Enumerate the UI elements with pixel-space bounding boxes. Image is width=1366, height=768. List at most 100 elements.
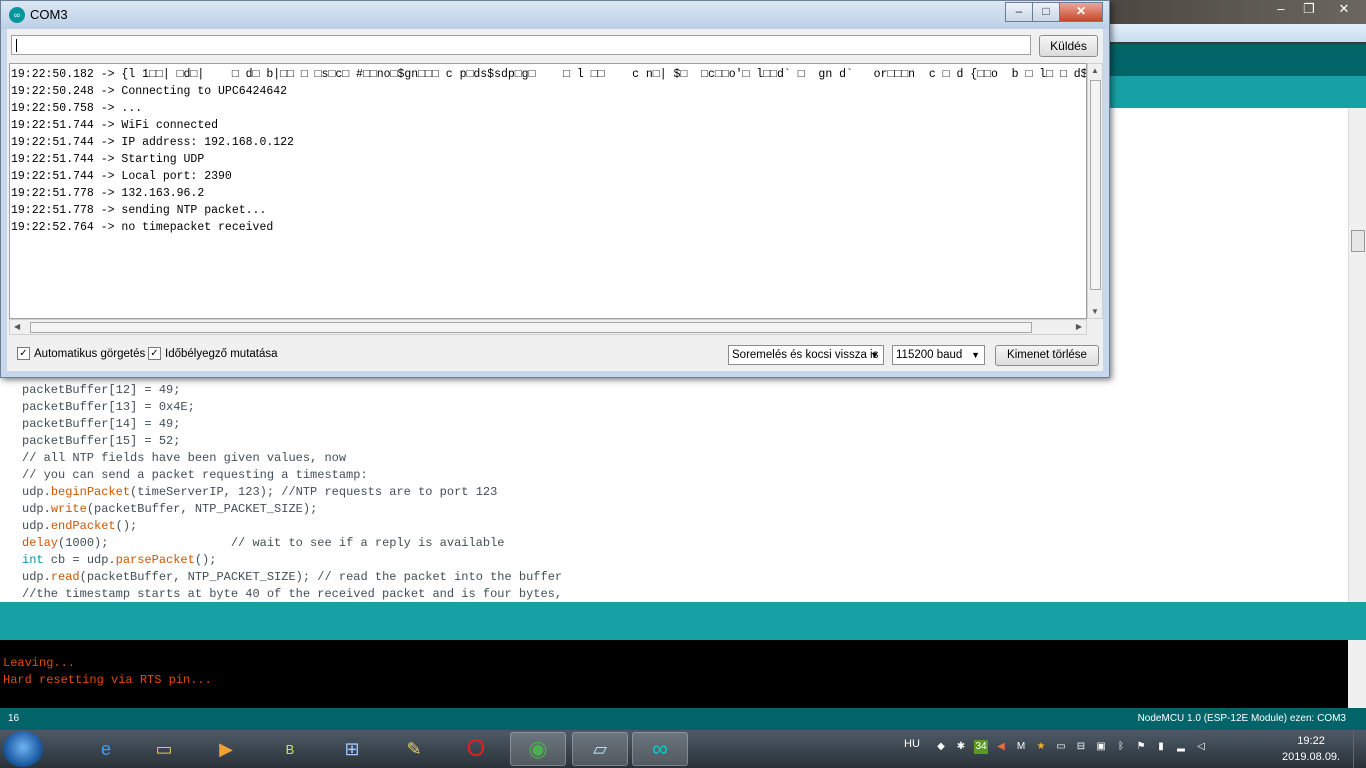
code-line: delay(1000); // wait to see if a reply i… [22, 535, 562, 552]
scroll-right-icon[interactable]: ▶ [1076, 322, 1082, 331]
language-indicator[interactable]: HU [904, 738, 920, 750]
tray-badge[interactable]: 34 [974, 740, 988, 754]
code-line: packetBuffer[12] = 49; [22, 382, 562, 399]
serial-line: 19:22:50.248 -> Connecting to UPC6424642 [11, 85, 288, 98]
code-token: (packetBuffer, NTP_PACKET_SIZE); [86, 502, 318, 516]
autoscroll-checkbox[interactable]: ✓ Automatikus görgetés [17, 347, 145, 360]
minimize-button[interactable]: – [1005, 2, 1033, 22]
code-token: packetBuffer[15] = 52; [22, 434, 181, 448]
message-area [0, 602, 1366, 640]
code-line: int cb = udp.parsePacket(); [22, 552, 562, 569]
serial-monitor-body: Küldés 19:22:50.182 -> {l 1□□| □d□| □ d□… [7, 29, 1103, 371]
bluetooth-icon[interactable]: ᛒ [1114, 740, 1128, 754]
star-icon[interactable]: ★ [1034, 740, 1048, 754]
notepad-icon[interactable]: ✎ [386, 732, 442, 766]
baud-select[interactable]: 115200 baud ▼ [892, 345, 985, 365]
editor-scrollbar[interactable] [1348, 108, 1366, 602]
code-line: // you can send a packet requesting a ti… [22, 467, 562, 484]
send-button[interactable]: Küldés [1039, 35, 1098, 57]
clock-date: 2019.08.09. [1282, 751, 1341, 763]
chrome-icon[interactable]: ◉ [510, 732, 566, 766]
scroll-down-icon[interactable]: ▼ [1091, 307, 1099, 316]
send-input[interactable] [11, 35, 1031, 55]
serial-line: 19:22:50.182 -> {l 1□□| □d□| □ d□ b|□□ □… [11, 68, 1087, 81]
speaker-icon[interactable]: ◀ [994, 740, 1008, 754]
text-caret [16, 39, 17, 52]
output-vertical-scrollbar[interactable]: ▲ ▼ [1087, 63, 1103, 319]
malwarebytes-icon[interactable]: M [1014, 740, 1028, 754]
console-line: Hard resetting via RTS pin... [3, 673, 212, 687]
code-token: // you can send a packet requesting a ti… [22, 468, 368, 482]
show-desktop-button[interactable] [1353, 730, 1366, 768]
system-tray: ◆ ✱ 34 ◀ M ★ ▭ ⊟ ▣ ᛒ ⚑ ▮ ▂ ◁ [934, 740, 1208, 754]
horizontal-scroll-thumb[interactable] [30, 322, 1032, 333]
code-token: (); [115, 519, 138, 533]
line-ending-select[interactable]: Soremelés és kocsi vissza is ▼ [728, 345, 884, 365]
serial-line: 19:22:51.778 -> 132.163.96.2 [11, 187, 205, 200]
volume-mute-icon[interactable]: ◁ [1194, 740, 1208, 754]
scroll-up-icon[interactable]: ▲ [1091, 66, 1099, 75]
code-text: packetBuffer[12] = 49; packetBuffer[13] =… [22, 382, 562, 603]
display-icon[interactable]: ▣ [1094, 740, 1108, 754]
output-horizontal-scrollbar[interactable]: ◀ ▶ [9, 319, 1087, 335]
chevron-down-icon: ▼ [971, 350, 980, 360]
timestamp-checkmark-icon[interactable]: ✓ [148, 347, 161, 360]
console-line: Leaving... [3, 656, 76, 670]
opera-icon[interactable]: O [448, 732, 504, 766]
device-icon[interactable]: ▮ [1154, 740, 1168, 754]
start-button[interactable] [3, 731, 43, 767]
app-window-icon[interactable]: ▱ [572, 732, 628, 766]
ide-close-button[interactable]: ✕ [1324, 0, 1364, 18]
serial-line: 19:22:51.744 -> Local port: 2390 [11, 170, 232, 183]
network-drive-icon[interactable]: ⊟ [1074, 740, 1088, 754]
ide-minimize-button[interactable]: – [1268, 0, 1294, 18]
line-ending-value: Soremelés és kocsi vissza is [732, 349, 879, 361]
maximize-button[interactable]: □ [1032, 2, 1060, 22]
clock-time: 19:22 [1297, 735, 1325, 747]
avr-studio-icon[interactable]: B [262, 732, 318, 766]
network-tool-icon[interactable]: ⊞ [324, 732, 380, 766]
clock[interactable]: 19:22 2019.08.09. [1282, 733, 1340, 765]
code-token: read [50, 570, 80, 584]
code-token: udp. [22, 485, 51, 499]
console-scrollbar[interactable] [1348, 640, 1366, 708]
internet-explorer-icon[interactable]: e [78, 732, 134, 766]
scroll-left-icon[interactable]: ◀ [14, 322, 20, 331]
media-player-icon[interactable]: ▶ [198, 732, 254, 766]
dropbox-icon[interactable]: ◆ [934, 740, 948, 754]
editor-scroll-thumb[interactable] [1351, 230, 1365, 252]
code-token: (1000); // wait to see if a reply is ava… [58, 536, 505, 550]
code-token: packetBuffer[14] = 49; [22, 417, 181, 431]
serial-output[interactable]: 19:22:50.182 -> {l 1□□| □d□| □ d□ b|□□ □… [9, 63, 1087, 319]
code-token: delay [22, 536, 59, 550]
arduino-icon: ∞ [9, 7, 25, 23]
arduino-taskbar-icon[interactable]: ∞ [632, 732, 688, 766]
code-token: int [22, 553, 44, 567]
settings-icon[interactable]: ✱ [954, 740, 968, 754]
code-token: packetBuffer[12] = 49; [22, 383, 181, 397]
vertical-scroll-thumb[interactable] [1090, 80, 1101, 290]
console-text: Leaving... Hard resetting via RTS pin... [3, 655, 212, 689]
taskbar: e ▭ ▶ B ⊞ ✎ O ◉ ▱ ∞ HU ◆ ✱ 34 ◀ M ★ ▭ ⊟ … [0, 730, 1366, 768]
autoscroll-checkmark-icon[interactable]: ✓ [17, 347, 30, 360]
flag-icon[interactable]: ⚑ [1134, 740, 1148, 754]
clear-output-button[interactable]: Kimenet törlése [995, 345, 1099, 366]
ide-tabbar: ▼ [1110, 76, 1366, 176]
code-line: udp.read(packetBuffer, NTP_PACKET_SIZE);… [22, 569, 562, 586]
close-button[interactable]: ✕ [1059, 2, 1103, 22]
code-token: write [50, 502, 87, 516]
code-token: parsePacket [115, 553, 195, 567]
code-line: udp.write(packetBuffer, NTP_PACKET_SIZE)… [22, 501, 562, 518]
code-token: cb = udp. [43, 553, 116, 567]
serial-line: 19:22:52.764 -> no timepacket received [11, 221, 274, 234]
monitor-icon[interactable]: ▭ [1054, 740, 1068, 754]
window-titlebar[interactable]: ∞ COM3 – □ ✕ [1, 1, 1109, 29]
code-token: udp. [22, 502, 51, 516]
timestamp-checkbox[interactable]: ✓ Időbélyegző mutatása [148, 347, 278, 360]
timestamp-label: Időbélyegző mutatása [165, 347, 278, 360]
folder-icon[interactable]: ▭ [136, 732, 192, 766]
ide-maximize-button[interactable]: ❐ [1296, 0, 1322, 18]
serial-line: 19:22:51.744 -> WiFi connected [11, 119, 219, 132]
signal-icon[interactable]: ▂ [1174, 740, 1188, 754]
serial-line: 19:22:51.744 -> Starting UDP [11, 153, 205, 166]
